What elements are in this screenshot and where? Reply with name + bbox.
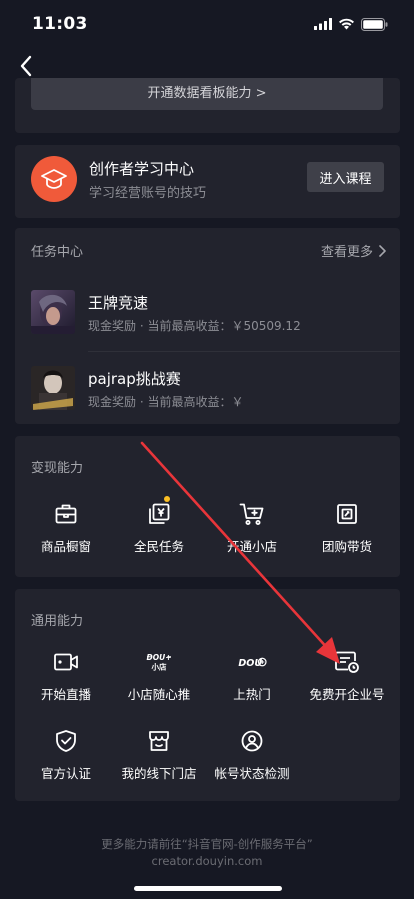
back-button[interactable]	[12, 52, 40, 80]
task-row[interactable]: pajrap挑战赛 现金奖励 · 当前最高收益：￥	[15, 364, 400, 424]
grid-label: 小店随心推	[127, 687, 191, 702]
divider	[88, 351, 400, 352]
group-buy-button[interactable]: 团购带货	[299, 499, 395, 561]
store-icon	[144, 726, 174, 756]
status-time: 11:03	[32, 14, 88, 34]
see-more-link[interactable]: 查看更多	[321, 241, 386, 260]
task-thumbnail	[31, 290, 75, 334]
status-icons	[314, 17, 388, 31]
grid-label: 免费开企业号	[309, 687, 385, 702]
learning-center-title: 创作者学习中心	[89, 160, 195, 178]
task-thumbnail	[31, 366, 75, 410]
monetization-title: 变现能力	[31, 461, 84, 476]
task-row[interactable]: 王牌竞速 现金奖励 · 当前最高收益：￥50509.12	[15, 288, 400, 348]
grid-label: 我的线下门店	[121, 766, 197, 781]
grid-label: 官方认证	[40, 766, 91, 781]
showcase-button[interactable]: 商品橱窗	[18, 499, 114, 561]
grid-label: 团购带货	[321, 539, 372, 554]
grid-label: 开通小店	[226, 539, 277, 554]
status-bar: 11:03	[0, 0, 414, 48]
task-center-title: 任务中心	[31, 245, 84, 260]
offline-store-button[interactable]: 我的线下门店	[111, 726, 207, 788]
task-name: 王牌竞速	[88, 294, 149, 312]
go-trending-button[interactable]: DOU 上热门	[204, 647, 300, 709]
task-center-card: 任务中心 查看更多 王牌竞速 现金奖励 · 当前最高收益：￥50509.12 p…	[15, 228, 400, 424]
grid-label: 帐号状态检测	[214, 766, 290, 781]
see-more-label: 查看更多	[320, 245, 373, 260]
monetization-card: 变现能力 商品橱窗 全民任务 开通小店 团购带货	[15, 436, 400, 577]
home-indicator	[134, 886, 282, 891]
task-description: 现金奖励 · 当前最高收益：￥	[88, 395, 244, 409]
task-yuan-icon	[144, 499, 174, 529]
chevron-right-icon	[379, 244, 386, 257]
video-camera-icon	[51, 647, 81, 677]
grid-label: 上热门	[233, 687, 271, 702]
free-enterprise-account-button[interactable]: 免费开企业号	[299, 647, 395, 709]
dou-plus-icon: DOU	[237, 647, 267, 677]
task-name: pajrap挑战赛	[88, 370, 181, 388]
shopping-bag-icon	[51, 499, 81, 529]
task-description: 现金奖励 · 当前最高收益：￥50509.12	[88, 319, 301, 333]
grid-label: 开始直播	[40, 687, 91, 702]
shield-check-icon	[51, 726, 81, 756]
battery-icon	[361, 17, 388, 31]
shop-dou-plus-button[interactable]: DOU+ 小店 小店随心推	[111, 647, 207, 709]
wifi-icon	[339, 18, 354, 30]
general-abilities-card: 通用能力 开始直播 DOU+ 小店 小店随心推 DOU 上热门 免费开企业号 官…	[15, 589, 400, 801]
notification-dot	[164, 496, 170, 502]
dou-plus-shop-icon: DOU+ 小店	[144, 647, 174, 677]
national-task-button[interactable]: 全民任务	[111, 496, 207, 561]
footer-note: 更多能力请前往“抖音官网-创作服务平台”	[101, 837, 313, 851]
graduation-cap-icon	[31, 156, 77, 202]
chevron-left-icon	[20, 55, 32, 77]
shop-logo-text: 小店	[152, 662, 167, 672]
official-verification-button[interactable]: 官方认证	[18, 726, 114, 788]
grid-label: 商品橱窗	[40, 539, 91, 554]
account-status-check-button[interactable]: 帐号状态检测	[204, 726, 300, 788]
cart-plus-icon	[237, 499, 267, 529]
group-buy-icon	[332, 499, 362, 529]
open-data-board-button[interactable]: 开通数据看板能力 >	[31, 78, 383, 110]
learning-center-subtitle: 学习经营账号的技巧	[89, 186, 207, 201]
grid-label: 全民任务	[133, 539, 184, 554]
signal-icon	[314, 18, 332, 30]
learning-center-card: 创作者学习中心 学习经营账号的技巧 进入课程	[15, 145, 400, 218]
footer-url[interactable]: creator.douyin.com	[0, 854, 414, 868]
enterprise-card-icon	[332, 647, 362, 677]
open-shop-button[interactable]: 开通小店	[204, 499, 300, 561]
account-check-icon	[237, 726, 267, 756]
enter-course-button[interactable]: 进入课程	[307, 162, 384, 192]
general-abilities-title: 通用能力	[31, 614, 84, 629]
start-live-button[interactable]: 开始直播	[18, 647, 114, 709]
data-board-card: 开通数据看板能力 >	[15, 78, 400, 133]
